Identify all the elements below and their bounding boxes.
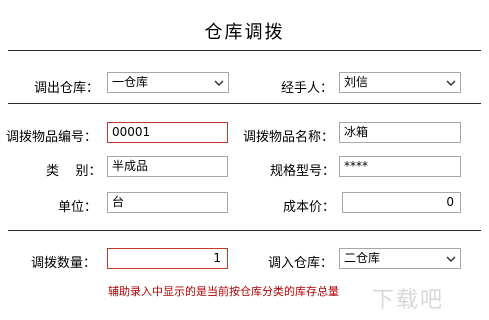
section-divider-2: [8, 230, 481, 231]
item-name-label: 调拨物品名称：: [243, 130, 335, 145]
unit-label: 单位：: [58, 200, 98, 215]
handler-select[interactable]: 刘信: [339, 72, 461, 93]
item-name-input[interactable]: 冰箱: [339, 122, 461, 143]
in-warehouse-label: 调入仓库：: [268, 256, 334, 271]
spec-label: 规格型号：: [270, 164, 336, 179]
out-warehouse-value: 一仓库: [112, 75, 149, 89]
cost-input[interactable]: 0: [342, 192, 461, 213]
title-divider: [8, 50, 481, 51]
watermark: 下载吧: [372, 288, 445, 313]
category-label: 类 别：: [46, 164, 102, 179]
chevron-down-icon: [214, 80, 224, 87]
cost-label: 成本价：: [283, 200, 336, 215]
chevron-down-icon: [446, 80, 456, 87]
unit-input[interactable]: 台: [107, 192, 228, 213]
quantity-label: 调拨数量：: [31, 256, 97, 271]
page-title: 仓库调拨: [204, 22, 285, 43]
chevron-down-icon: [446, 256, 456, 263]
handler-value: 刘信: [344, 75, 369, 89]
in-warehouse-select[interactable]: 二仓库: [339, 248, 461, 269]
spec-input[interactable]: ****: [339, 156, 461, 177]
section-divider-1: [8, 103, 481, 104]
handler-label: 经手人：: [281, 81, 334, 96]
quantity-input[interactable]: 1: [107, 248, 228, 269]
item-code-input[interactable]: 00001: [107, 122, 228, 143]
in-warehouse-value: 二仓库: [344, 251, 381, 265]
out-warehouse-label: 调出仓库：: [34, 81, 100, 96]
out-warehouse-select[interactable]: 一仓库: [107, 72, 229, 93]
item-code-label: 调拨物品编号：: [6, 130, 98, 145]
helper-note: 辅助录入中显示的是当前按仓库分类的库存总量: [108, 285, 339, 298]
category-input[interactable]: 半成品: [107, 156, 228, 177]
